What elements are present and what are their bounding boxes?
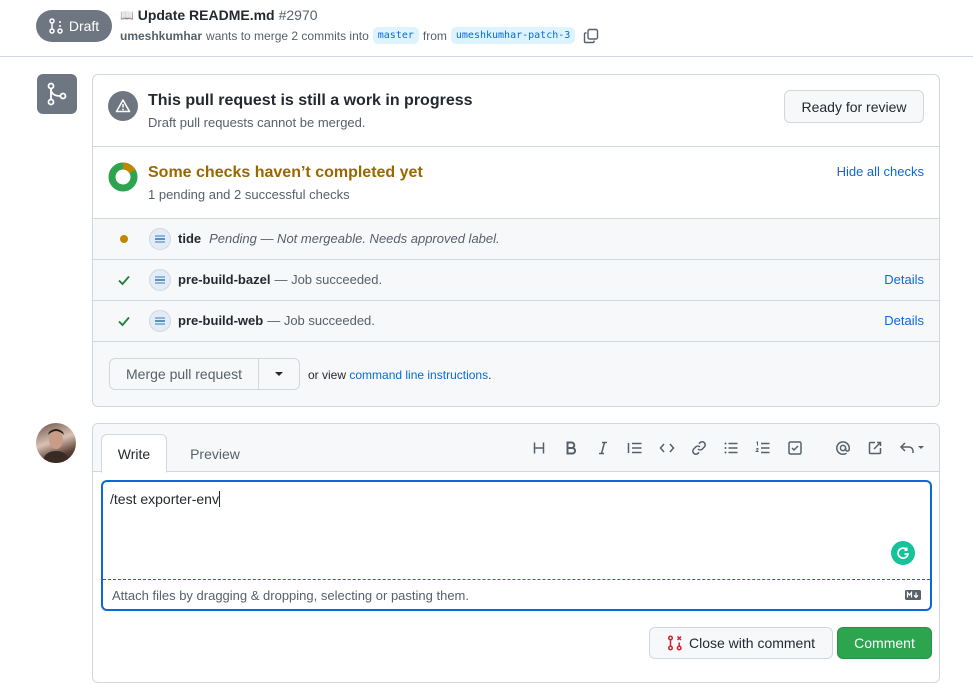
git-merge-icon-box [37,74,77,114]
task-list-icon[interactable] [784,437,806,459]
hide-all-checks-link[interactable]: Hide all checks [837,164,924,179]
checks-subtitle: 1 pending and 2 successful checks [148,187,350,202]
git-pull-request-draft-icon [49,18,63,34]
comment-text: /test exporter-env [110,491,219,507]
check-description: Pending — Not mergeable. Needs approved … [209,231,500,246]
merge-options-dropdown[interactable] [258,358,300,390]
check-row-tide: tide Pending — Not mergeable. Needs appro… [93,219,939,260]
details-link[interactable]: Details [884,272,924,287]
check-description: — Job succeeded. [267,313,375,328]
details-link[interactable]: Details [884,313,924,328]
check-name: pre-build-web — Job succeeded. [178,313,375,328]
cross-reference-icon[interactable] [864,437,886,459]
comment-textarea[interactable]: /test exporter-env [103,482,930,580]
alert-icon [108,91,138,121]
attach-files-text[interactable]: Attach files by dragging & dropping, sel… [112,588,469,603]
checks-title: Some checks haven’t completed yet [148,164,423,181]
text-caret [218,491,220,507]
base-branch[interactable]: master [372,27,419,44]
merge-action-row: Merge pull request or view command line … [93,342,939,406]
comment-editor: /test exporter-env Attach files by dragg… [101,480,932,611]
or-view-text: or view command line instructions. [308,368,491,382]
draft-label: Draft [68,18,100,34]
triangle-down-icon [275,372,283,376]
comment-box: Write Preview /test exporter-env Attach … [92,423,940,683]
comment-tab-bar: Write Preview [93,424,939,473]
user-avatar[interactable] [36,423,76,463]
unordered-list-icon[interactable] [720,437,742,459]
pr-title-text: Update README.md [137,7,275,23]
author-link[interactable]: umeshkumhar [120,29,202,43]
comment-button[interactable]: Comment [837,627,932,659]
command-line-instructions-link[interactable]: command line instructions [349,368,488,382]
git-merge-icon [47,82,67,106]
bot-avatar [149,269,171,291]
checks-status-donut-icon [108,162,138,192]
italic-icon[interactable] [592,437,614,459]
check-name-text: tide [178,231,202,246]
check-name: tide Pending — Not mergeable. Needs appro… [178,231,500,246]
wip-section: This pull request is still a work in pro… [93,75,939,147]
checks-section: Some checks haven’t completed yet 1 pend… [93,147,939,219]
quote-icon[interactable] [624,437,646,459]
check-row-pre-build-bazel: pre-build-bazel — Job succeeded. Details [93,260,939,301]
pending-dot-icon [117,232,131,246]
wip-title: This pull request is still a work in pro… [148,92,473,109]
merge-box: This pull request is still a work in pro… [92,74,940,407]
from-text: from [422,28,447,43]
pr-title: 📖 Update README.md #2970 [120,7,318,23]
pr-number: #2970 [278,7,318,23]
merge-pull-request-button[interactable]: Merge pull request [109,358,259,390]
copy-icon[interactable] [583,28,599,44]
or-view-label: or view [308,368,347,382]
git-pull-request-closed-icon [667,635,682,651]
check-name-text: pre-build-bazel [178,272,271,287]
tab-write[interactable]: Write [101,434,167,473]
reply-icon[interactable] [898,437,928,459]
check-name-text: pre-build-web [178,313,264,328]
book-emoji-icon: 📖 [120,9,134,22]
check-name: pre-build-bazel — Job succeeded. [178,272,382,287]
wip-subtitle: Draft pull requests cannot be merged. [148,115,366,130]
pr-header: Draft 📖 Update README.md #2970 umeshkumh… [0,0,973,57]
ready-for-review-button[interactable]: Ready for review [784,90,924,123]
close-with-comment-button[interactable]: Close with comment [649,627,833,659]
markdown-icon [905,590,921,600]
grammarly-icon[interactable] [891,541,915,565]
check-icon [117,273,131,287]
mention-icon[interactable] [832,437,854,459]
link-icon[interactable] [688,437,710,459]
bold-icon[interactable] [560,437,582,459]
tab-preview[interactable]: Preview [175,434,255,473]
close-with-comment-label: Close with comment [688,635,816,651]
check-icon [117,314,131,328]
code-icon[interactable] [656,437,678,459]
ordered-list-icon[interactable] [752,437,774,459]
check-row-pre-build-web: pre-build-web — Job succeeded. Details [93,301,939,342]
draft-badge: Draft [36,10,112,42]
merge-text: wants to merge 2 commits into [206,28,369,43]
pr-subtitle: umeshkumhar wants to merge 2 commits int… [120,27,599,44]
bot-avatar [149,228,171,250]
period-text: . [488,368,492,382]
head-branch[interactable]: umeshkumhar-patch-3 [450,27,576,44]
heading-icon[interactable] [528,437,550,459]
bot-avatar [149,310,171,332]
check-description: — Job succeeded. [274,272,383,287]
